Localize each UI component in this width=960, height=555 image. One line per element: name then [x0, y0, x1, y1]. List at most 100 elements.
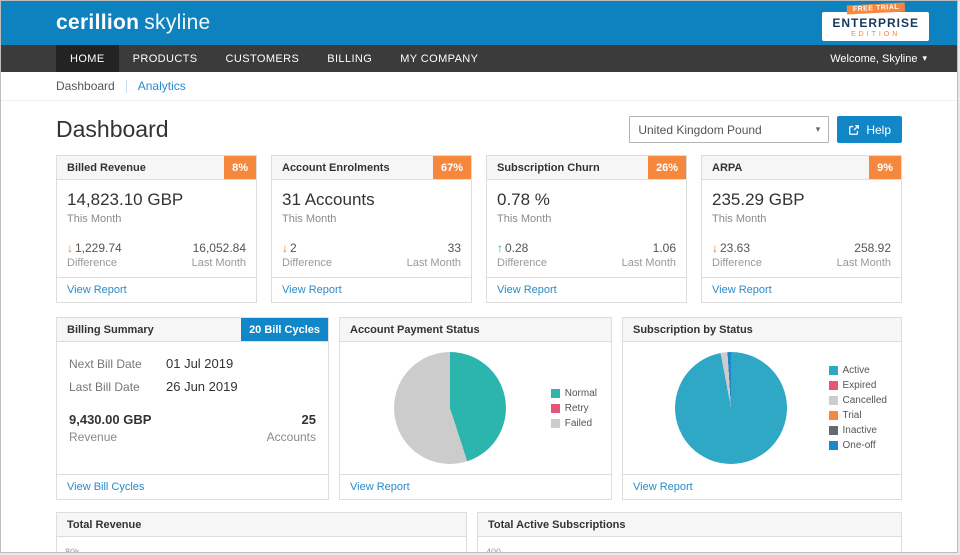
chevron-down-icon: ▾ — [815, 124, 821, 134]
subnav-analytics[interactable]: Analytics — [138, 79, 186, 93]
view-report-link[interactable]: View Report — [350, 481, 410, 493]
view-bill-cycles-link[interactable]: View Bill Cycles — [67, 481, 144, 493]
kpi-card-account-enrolments: Account Enrolments 67% 31 Accounts This … — [271, 155, 472, 303]
total-revenue-card: Total Revenue 80k — [56, 512, 467, 552]
billing-summary-card: Billing Summary 20 Bill Cycles Next Bill… — [56, 317, 329, 500]
toolbar-controls: United Kingdom Pound ▾ Help — [629, 116, 902, 143]
last-bill-date-value: 26 Jun 2019 — [166, 379, 238, 394]
card-title: Total Active Subscriptions — [488, 518, 626, 531]
kpi-last-value: 258.92 — [854, 241, 891, 255]
help-button-label: Help — [866, 122, 891, 137]
last-bill-date-label: Last Bill Date — [69, 380, 140, 394]
kpi-percentage-badge: 67% — [432, 156, 471, 179]
kpi-last-value: 16,052.84 — [192, 241, 246, 255]
kpi-body: 31 Accounts This Month ↓ 2 33 Difference … — [272, 180, 471, 277]
card-footer: View Report — [272, 277, 471, 302]
kpi-last-value: 1.06 — [652, 241, 676, 255]
legend-item: Normal — [550, 388, 597, 399]
user-menu[interactable]: Welcome, Skyline ▾ — [830, 45, 957, 72]
card-title: Subscription Churn — [497, 161, 600, 174]
nav-item-products[interactable]: PRODUCTS — [119, 45, 212, 72]
next-bill-date-value: 01 Jul 2019 — [166, 356, 234, 371]
legend-swatch — [828, 441, 838, 450]
card-title: Account Payment Status — [350, 323, 480, 336]
kpi-diff-label: Difference — [67, 257, 117, 269]
kpi-percentage-badge: 9% — [869, 156, 901, 179]
accounts-label: Accounts — [266, 430, 316, 444]
app-header: cerillion skyline FREE TRIAL ENTERPRISE E… — [1, 1, 957, 45]
payment-status-pie — [394, 352, 507, 464]
legend-label: Cancelled — [842, 395, 887, 406]
nav-item-home[interactable]: HOME — [56, 45, 119, 72]
view-report-link[interactable]: View Report — [67, 284, 127, 296]
kpi-diff-value: 2 — [290, 241, 297, 255]
kpi-card-arpa: ARPA 9% 235.29 GBP This Month ↓ 23.63 258… — [701, 155, 902, 303]
legend-item: Cancelled — [828, 395, 887, 406]
kpi-row: Billed Revenue 8% 14,823.10 GBP This Mon… — [56, 155, 902, 303]
subscription-status-legend: Active Expired Cancelled Trial Inactive … — [828, 365, 891, 451]
currency-select[interactable]: United Kingdom Pound ▾ — [629, 116, 830, 143]
legend-swatch — [828, 426, 838, 435]
down-arrow-icon: ↓ — [67, 241, 73, 255]
legend-item: One-off — [828, 440, 887, 451]
kpi-period: This Month — [67, 213, 122, 225]
subscription-status-pie — [674, 352, 787, 464]
subnav-divider — [125, 79, 127, 93]
welcome-label: Welcome, Skyline — [830, 52, 918, 65]
kpi-body: 0.78 % This Month ↑ 0.28 1.06 Difference … — [487, 180, 686, 277]
nav-item-billing[interactable]: BILLING — [313, 45, 386, 72]
main-nav: HOME PRODUCTS CUSTOMERS BILLING MY COMPA… — [1, 45, 957, 72]
legend-item: Trial — [828, 410, 887, 421]
legend-item: Expired — [828, 380, 887, 391]
app-window: cerillion skyline FREE TRIAL ENTERPRISE E… — [0, 0, 958, 553]
card-header: Subscription Churn 26% — [487, 156, 686, 180]
card-header: Billing Summary 20 Bill Cycles — [57, 318, 328, 342]
card-footer: View Report — [340, 474, 611, 499]
subscription-status-chart: Active Expired Cancelled Trial Inactive … — [623, 342, 901, 474]
card-header: ARPA 9% — [702, 156, 901, 180]
view-report-link[interactable]: View Report — [712, 284, 772, 296]
kpi-percentage-badge: 8% — [224, 156, 256, 179]
logo[interactable]: cerillion skyline — [56, 11, 211, 35]
kpi-diff-label: Difference — [497, 257, 547, 269]
kpi-last-label: Last Month — [406, 257, 461, 269]
kpi-period: This Month — [497, 213, 552, 225]
card-header: Total Revenue — [57, 513, 466, 537]
subscription-by-status-card: Subscription by Status Active Expired Ca… — [622, 317, 902, 500]
kpi-card-subscription-churn: Subscription Churn 26% 0.78 % This Month… — [486, 155, 687, 303]
logo-skyline: skyline — [144, 11, 211, 34]
kpi-last-label: Last Month — [836, 257, 891, 269]
subnav-dashboard[interactable]: Dashboard — [56, 79, 115, 93]
page-title: Dashboard — [56, 116, 169, 142]
card-title: Subscription by Status — [633, 323, 753, 336]
view-report-link[interactable]: View Report — [497, 284, 557, 296]
card-header: Billed Revenue 8% — [57, 156, 256, 180]
sub-nav: Dashboard Analytics — [1, 72, 957, 101]
nav-item-customers[interactable]: CUSTOMERS — [212, 45, 314, 72]
legend-item: Active — [828, 365, 887, 376]
card-header: Account Enrolments 67% — [272, 156, 471, 180]
bottom-row: Total Revenue 80k Total Active Subscript… — [56, 512, 902, 552]
help-button[interactable]: Help — [837, 116, 902, 143]
legend-label: Trial — [842, 410, 862, 421]
nav-item-my-company[interactable]: MY COMPANY — [386, 45, 492, 72]
legend-swatch — [828, 411, 838, 420]
account-payment-status-card: Account Payment Status Normal Retry Fail… — [339, 317, 612, 500]
kpi-diff-label: Difference — [712, 257, 762, 269]
dashboard-content: Billed Revenue 8% 14,823.10 GBP This Mon… — [1, 155, 957, 552]
kpi-value: 31 Accounts — [282, 190, 375, 209]
legend-label: One-off — [842, 440, 876, 451]
card-footer: View Report — [487, 277, 686, 302]
kpi-value: 235.29 GBP — [712, 190, 805, 209]
view-report-link[interactable]: View Report — [282, 284, 342, 296]
currency-select-value: United Kingdom Pound — [638, 122, 762, 137]
legend-swatch — [828, 396, 838, 405]
legend-swatch — [828, 381, 838, 390]
card-footer: View Report — [57, 277, 256, 302]
legend-label: Failed — [564, 417, 593, 429]
legend-item: Inactive — [828, 425, 887, 436]
kpi-last-label: Last Month — [191, 257, 246, 269]
external-link-icon — [849, 124, 860, 135]
view-report-link[interactable]: View Report — [633, 481, 693, 493]
revenue-label: Revenue — [69, 430, 118, 444]
